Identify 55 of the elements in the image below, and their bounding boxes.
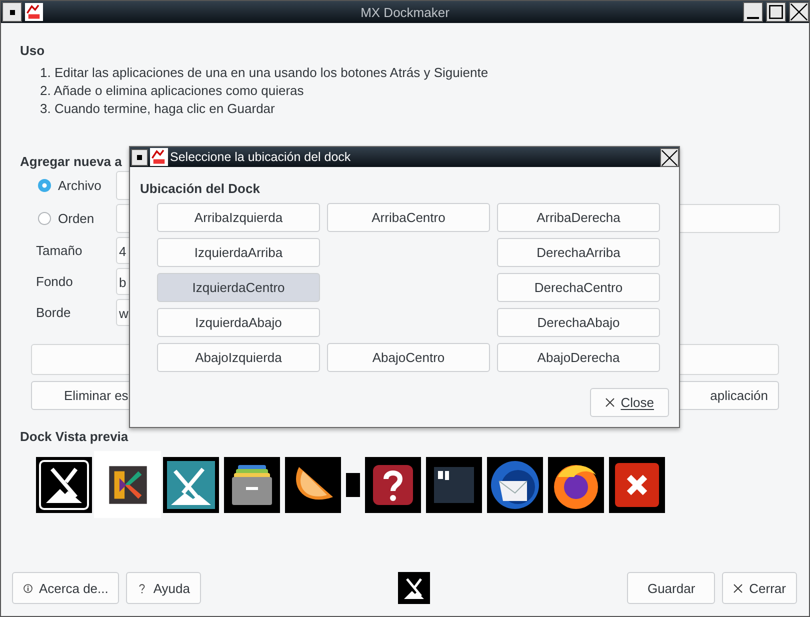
instruction-text: 3. Cuando termine, haga clic en Guardar bbox=[40, 101, 276, 117]
section-heading: Dock Vista previa bbox=[20, 429, 128, 444]
window-menu-button[interactable] bbox=[131, 148, 148, 166]
save-button[interactable]: Guardar bbox=[627, 572, 716, 604]
close-button[interactable]: Close bbox=[590, 388, 669, 417]
dock-app-icon[interactable] bbox=[365, 456, 421, 512]
dock-app-icon[interactable] bbox=[94, 451, 161, 518]
minimize-icon bbox=[747, 17, 759, 19]
position-button[interactable]: DerechaCentro bbox=[497, 273, 660, 302]
close-button[interactable] bbox=[660, 148, 679, 166]
dock-app-icon[interactable] bbox=[426, 456, 482, 512]
position-button[interactable]: AbajoCentro bbox=[327, 343, 490, 372]
field-label: Borde bbox=[36, 305, 72, 320]
instruction-text: 1. Editar las aplicaciones de una en una usando los botones Atrás y Siguiente bbox=[40, 65, 490, 81]
instruction-text: 2. Añade o elimina aplicaciones como quieras bbox=[40, 83, 305, 99]
dock-app-icon[interactable] bbox=[163, 456, 219, 512]
info-icon bbox=[23, 582, 33, 594]
dock-app-icon[interactable] bbox=[36, 456, 92, 512]
close-button[interactable] bbox=[789, 2, 809, 22]
position-button[interactable]: AbajoDerecha bbox=[497, 343, 660, 372]
section-heading: Ubicación del Dock bbox=[140, 181, 260, 196]
close-button[interactable]: Cerrar bbox=[722, 572, 797, 604]
radio-button[interactable]: Archivo bbox=[38, 178, 116, 193]
mx-logo-icon bbox=[398, 572, 430, 604]
position-button[interactable]: DerechaArriba bbox=[497, 238, 660, 267]
section-heading: Agregar nueva a bbox=[20, 154, 122, 169]
dock-app-icon[interactable] bbox=[285, 456, 341, 512]
window-title: MX Dockmaker bbox=[360, 4, 450, 20]
field-label: Fondo bbox=[36, 274, 74, 289]
position-button[interactable]: IzquierdaArriba bbox=[157, 238, 320, 267]
field-label: Tamaño bbox=[36, 243, 84, 258]
dock-app-icon[interactable] bbox=[487, 456, 543, 512]
position-button[interactable]: ArribaCentro bbox=[327, 203, 490, 232]
position-button[interactable]: ArribaIzquierda bbox=[157, 203, 320, 232]
position-button[interactable]: IzquierdaCentro bbox=[157, 273, 320, 302]
radio-button[interactable]: Orden bbox=[38, 211, 116, 226]
maximize-button[interactable] bbox=[766, 2, 786, 22]
app-logo-icon bbox=[25, 3, 43, 21]
section-heading: Uso bbox=[20, 43, 45, 58]
maximize-icon bbox=[767, 3, 785, 21]
dock-app-icon[interactable] bbox=[548, 456, 604, 512]
about-button[interactable]: Acerca de... bbox=[12, 572, 120, 604]
position-button[interactable]: DerechaAbajo bbox=[497, 308, 660, 337]
position-button[interactable]: AbajoIzquierda bbox=[157, 343, 320, 372]
help-icon bbox=[137, 582, 148, 594]
dialog-title: Seleccione la ubicación del dock bbox=[170, 150, 351, 164]
close-icon bbox=[733, 582, 744, 594]
minimize-button[interactable] bbox=[743, 2, 763, 22]
dock-app-icon[interactable] bbox=[224, 456, 280, 512]
help-button[interactable]: Ayuda bbox=[126, 572, 202, 604]
position-button[interactable]: IzquierdaAbajo bbox=[157, 308, 320, 337]
dock-app-icon[interactable] bbox=[609, 456, 665, 512]
window-menu-button[interactable] bbox=[2, 2, 22, 22]
close-icon bbox=[604, 397, 615, 408]
position-button[interactable]: ArribaDerecha bbox=[497, 203, 660, 232]
